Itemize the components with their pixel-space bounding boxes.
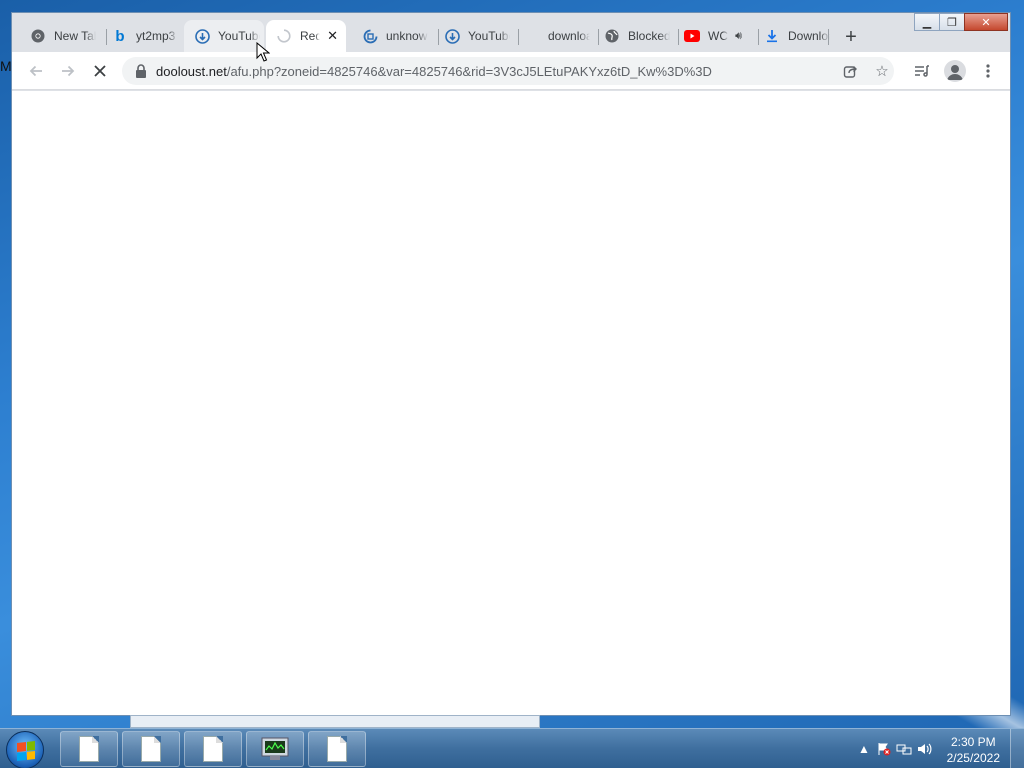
lock-icon[interactable] [134, 63, 148, 79]
tab-title: New Tab [54, 29, 96, 43]
tab-download-arrow[interactable]: Download [754, 20, 834, 52]
show-hidden-icons-icon[interactable]: ▲ [856, 741, 872, 757]
reading-list-icon[interactable] [910, 59, 934, 83]
tab-title: yt2mp3 [136, 29, 176, 43]
bing-icon: b [115, 27, 125, 45]
globe-icon [604, 28, 620, 44]
page-content[interactable] [12, 91, 1010, 715]
taskbar-item-document-1[interactable] [60, 731, 118, 767]
back-button[interactable] [24, 59, 48, 83]
browser-toolbar: dooloust.net/afu.php?zoneid=4825746&var=… [12, 52, 1010, 90]
document-icon [203, 736, 223, 762]
tab-youtube-hovered[interactable]: YouTube [184, 20, 264, 52]
clock-time: 2:30 PM [950, 735, 996, 749]
url-domain: dooloust.net [156, 64, 227, 79]
browser-window: ▁ ❐ ✕ New Tab b yt2mp3 YouTube Redirec [11, 12, 1011, 716]
document-icon [141, 736, 161, 762]
action-center-flag-icon[interactable] [876, 741, 892, 757]
taskbar-item-document-3[interactable] [184, 731, 242, 767]
tab-title: YouTube [218, 29, 260, 43]
tab-redirecting-active[interactable]: Redirecting ✕ [266, 20, 346, 52]
start-button[interactable] [6, 731, 44, 768]
forward-arrow-icon [62, 65, 75, 77]
stop-loading-button[interactable] [88, 59, 112, 83]
menu-kebab-icon[interactable] [976, 59, 1000, 83]
tab-separator [828, 29, 829, 45]
task-manager-icon [261, 737, 289, 760]
stop-icon [94, 65, 106, 77]
tab-title: download [548, 29, 590, 43]
url-path: /afu.php?zoneid=4825746&var=4825746&rid=… [226, 64, 712, 79]
tab-title: Download [788, 29, 830, 43]
forward-button[interactable] [56, 59, 80, 83]
taskbar-item-task-manager[interactable] [246, 731, 304, 767]
tab-yt2mp3[interactable]: b yt2mp3 [102, 20, 182, 52]
download-circle-icon [194, 28, 210, 44]
show-desktop-button[interactable] [1010, 729, 1024, 768]
system-tray: ▲ 2:30 PM 2/25/2022 [834, 729, 1024, 768]
loading-icon [362, 28, 378, 44]
windows-logo-icon [17, 741, 35, 761]
loading-spinner-icon [276, 28, 292, 44]
taskbar-item-document-2[interactable] [122, 731, 180, 767]
tab-youtube[interactable]: YouTube [434, 20, 514, 52]
document-icon [327, 736, 347, 762]
tab-title: YouTube [468, 29, 510, 43]
tab-wc[interactable]: WC 🔊︎ [674, 20, 754, 52]
close-tab-icon[interactable]: ✕ [327, 28, 338, 44]
tab-unknown[interactable]: unknown [352, 20, 432, 52]
profile-avatar-icon[interactable] [944, 60, 966, 82]
bookmark-star-icon[interactable]: ☆ [872, 61, 892, 81]
mouse-cursor-icon [256, 42, 270, 62]
chrome-icon [30, 28, 46, 44]
document-icon [79, 736, 99, 762]
clock-date: 2/25/2022 [946, 751, 1000, 765]
volume-icon[interactable] [916, 741, 932, 757]
download-circle-icon [444, 28, 460, 44]
tab-title: Redirecting [300, 29, 320, 43]
tab-title: WC [708, 29, 728, 43]
tab-blocked[interactable]: Blocked [594, 20, 674, 52]
taskbar-item-document-4[interactable] [308, 731, 366, 767]
blank-favicon [524, 28, 540, 44]
desktop-edge-text: M [0, 58, 12, 74]
background-window-edge[interactable] [130, 715, 540, 728]
back-arrow-icon [29, 65, 42, 77]
tab-strip: New Tab b yt2mp3 YouTube Redirecting ✕ u… [12, 20, 1010, 52]
windows-taskbar: ▲ 2:30 PM 2/25/2022 [0, 728, 1024, 768]
url-text[interactable]: dooloust.net/afu.php?zoneid=4825746&var=… [156, 64, 712, 79]
taskbar-clock[interactable]: 2:30 PM 2/25/2022 [947, 734, 1000, 766]
share-icon[interactable] [840, 61, 860, 81]
download-arrow-icon [764, 28, 780, 44]
audio-playing-icon[interactable]: 🔊︎ [735, 30, 742, 43]
network-icon[interactable] [896, 741, 912, 757]
address-bar[interactable]: dooloust.net/afu.php?zoneid=4825746&var=… [122, 57, 894, 85]
tab-download[interactable]: download [514, 20, 594, 52]
new-tab-button[interactable]: + [838, 24, 864, 50]
tab-title: unknown [386, 29, 428, 43]
tab-title: Blocked [628, 29, 670, 43]
tab-new-tab[interactable]: New Tab [20, 20, 100, 52]
youtube-icon [684, 28, 700, 44]
